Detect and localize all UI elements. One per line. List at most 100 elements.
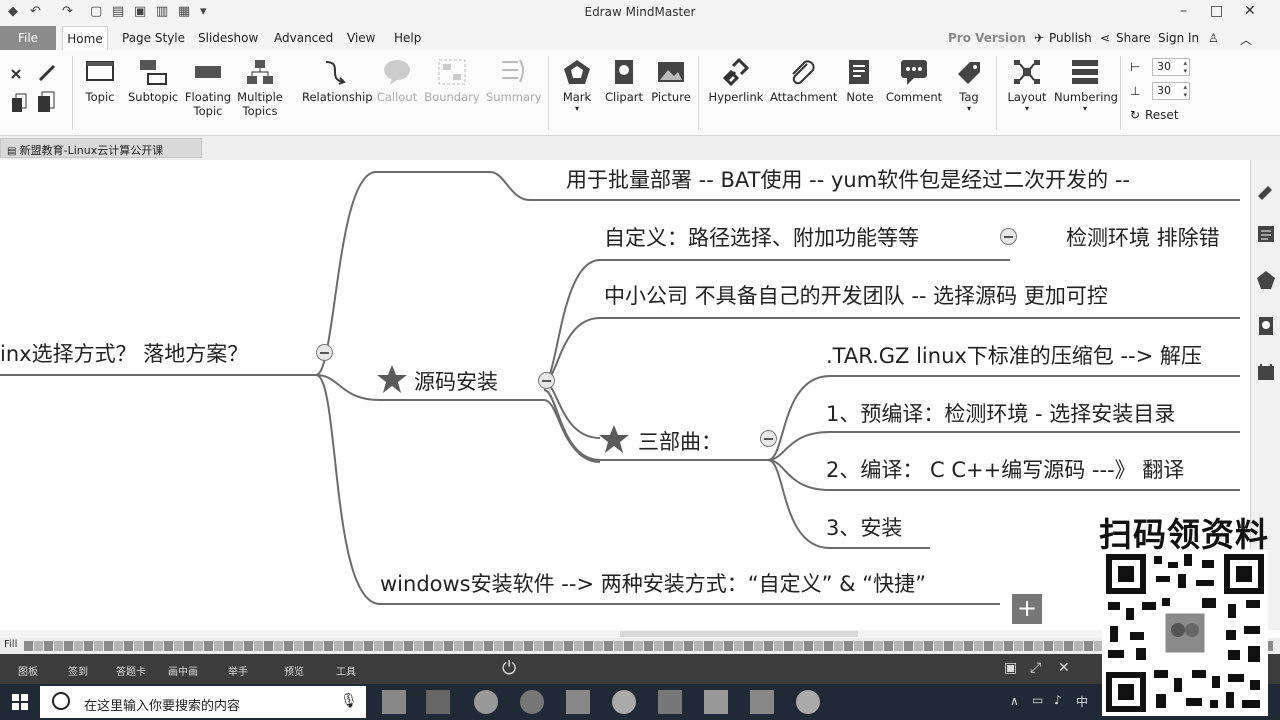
- summary-button[interactable]: Summary: [486, 58, 542, 104]
- step2-topic[interactable]: 2、编译： C C++编写源码 ---》 翻译: [826, 454, 1184, 484]
- mindmap-canvas[interactable]: inx选择方式？ 落地方案？ 用于批量部署 -- BAT使用 -- yum软件包…: [0, 160, 1250, 630]
- publish-button[interactable]: Publish: [1049, 31, 1092, 45]
- batch-deploy-topic[interactable]: 用于批量部署 -- BAT使用 -- yum软件包是经过二次开发的 --: [566, 164, 1130, 194]
- numbering-button[interactable]: Numbering ▾: [1054, 58, 1118, 113]
- comment-button[interactable]: Comment: [884, 58, 944, 104]
- close-icon[interactable]: ✕: [1244, 3, 1256, 19]
- horizontal-scroll-thumb[interactable]: [620, 631, 858, 637]
- custom-topic-collapse-button[interactable]: [1000, 228, 1017, 245]
- mark-panel-icon[interactable]: [1256, 270, 1276, 290]
- maximize-icon[interactable]: □: [1210, 3, 1223, 19]
- taskbar-app-icon[interactable]: [796, 690, 820, 714]
- boundary-button[interactable]: Boundary: [424, 58, 480, 104]
- root-collapse-button[interactable]: [316, 344, 333, 361]
- taskbar-app-icon[interactable]: [612, 690, 636, 714]
- root-topic[interactable]: inx选择方式？ 落地方案？: [0, 338, 248, 368]
- menu-tab-page-style[interactable]: Page Style: [122, 31, 185, 45]
- source-install-collapse-button[interactable]: [538, 372, 555, 389]
- document-tab[interactable]: ▤ 新盟教育-Linux云计算公开课: [0, 138, 202, 158]
- menu-tab-view[interactable]: View: [347, 31, 375, 45]
- clipart-button[interactable]: Clipart: [604, 58, 644, 104]
- bottom-item-preview[interactable]: 预览: [284, 663, 304, 678]
- network-icon[interactable]: ▭: [1032, 693, 1043, 707]
- tray-up-arrow-icon[interactable]: ∧: [1010, 694, 1019, 708]
- bottom-item-tools[interactable]: 工具: [336, 663, 356, 678]
- step1-topic[interactable]: 1、预编译：检测环境 - 选择安装目录: [826, 398, 1175, 428]
- file-explorer-icon[interactable]: [382, 690, 406, 714]
- relationship-button[interactable]: Relationship: [302, 58, 373, 104]
- custom-topic[interactable]: 自定义：路径选择、附加功能等等: [604, 222, 919, 252]
- detect-env-topic[interactable]: 检测环境 排除错: [1066, 222, 1220, 252]
- power-icon[interactable]: ⏻: [502, 658, 516, 679]
- menu-tab-advanced[interactable]: Advanced: [274, 31, 333, 45]
- window-icon[interactable]: ▣: [1004, 660, 1017, 676]
- menu-file[interactable]: File: [0, 26, 56, 50]
- taskbar-app-icon[interactable]: [566, 690, 590, 714]
- taskbar-app-icon[interactable]: [658, 690, 682, 714]
- volume-icon[interactable]: ♪: [1054, 693, 1062, 707]
- clipart-panel-icon[interactable]: [1256, 316, 1276, 336]
- tar-gz-topic[interactable]: .TAR.GZ linux下标准的压缩包 --> 解压: [826, 340, 1202, 370]
- add-topic-icon[interactable]: +: [1012, 594, 1042, 624]
- windows-install-topic[interactable]: windows安装软件 --> 两种安装方式：“自定义” & “快捷”: [380, 568, 926, 598]
- numbering-dropdown-icon[interactable]: ▾: [1054, 104, 1116, 113]
- note-button[interactable]: Note: [842, 58, 878, 104]
- layout-dropdown-icon[interactable]: ▾: [1006, 104, 1048, 113]
- share-icon[interactable]: ⋖: [1100, 31, 1110, 45]
- taskbar-app-icon[interactable]: [704, 690, 728, 714]
- step3-topic[interactable]: 3、安装: [826, 512, 902, 542]
- tag-dropdown-icon[interactable]: ▾: [952, 104, 986, 113]
- topic-button[interactable]: Topic: [82, 58, 118, 104]
- ime-icon[interactable]: 中: [1076, 693, 1088, 710]
- width-spinner[interactable]: 30 ▴ ▾: [1152, 58, 1190, 76]
- reset-icon[interactable]: ↻: [1130, 108, 1140, 122]
- collapse-ribbon-icon[interactable]: ︿: [1240, 31, 1252, 48]
- subtopic-button[interactable]: Subtopic: [128, 58, 178, 104]
- reset-button[interactable]: Reset: [1145, 108, 1179, 122]
- format-icon[interactable]: [1256, 180, 1276, 200]
- small-company-topic[interactable]: 中小公司 不具备自己的开发团队 -- 选择源码 更加可控: [604, 280, 1108, 310]
- multiple-topics-button[interactable]: Multiple Topics: [236, 58, 284, 118]
- outline-icon[interactable]: [1256, 224, 1276, 244]
- hyperlink-button[interactable]: Hyperlink: [708, 58, 764, 104]
- bottom-item-board[interactable]: 图板: [18, 663, 38, 678]
- taskbar-app-icon[interactable]: [750, 690, 774, 714]
- bottom-item-pip[interactable]: 画中画: [168, 663, 198, 678]
- shirt-icon[interactable]: ♙: [1208, 31, 1219, 45]
- taskbar-app-icon[interactable]: [474, 690, 498, 714]
- bottom-item-answer-card[interactable]: 答题卡: [116, 663, 146, 678]
- bottom-close-icon[interactable]: ✕: [1058, 660, 1070, 676]
- pro-version-button[interactable]: Pro Version: [948, 31, 1026, 45]
- taskbar-search-input[interactable]: 在这里输入你要搜索的内容 🎙: [40, 686, 366, 718]
- publish-icon[interactable]: ✈: [1034, 31, 1044, 45]
- source-install-topic[interactable]: 源码安装: [414, 366, 498, 396]
- task-panel-icon[interactable]: [1256, 362, 1276, 382]
- share-button[interactable]: Share: [1116, 31, 1151, 45]
- microphone-icon[interactable]: 🎙: [340, 693, 358, 709]
- floating-topic-button[interactable]: Floating Topic: [184, 58, 232, 118]
- mark-button[interactable]: Mark ▾: [558, 58, 596, 113]
- minimize-icon[interactable]: –: [1180, 3, 1187, 19]
- picture-button[interactable]: Picture: [650, 58, 692, 104]
- menu-tab-slideshow[interactable]: Slideshow: [198, 31, 258, 45]
- color-swatches[interactable]: [24, 641, 1274, 651]
- taskbar-app-icon[interactable]: [520, 690, 544, 714]
- three-steps-collapse-button[interactable]: [760, 430, 777, 447]
- sign-in-button[interactable]: Sign In: [1158, 31, 1199, 45]
- three-steps-topic[interactable]: 三部曲：: [638, 426, 722, 456]
- clipboard-icons[interactable]: [10, 64, 66, 118]
- taskbar-app-icon[interactable]: [426, 690, 450, 714]
- menu-tab-help[interactable]: Help: [394, 31, 421, 45]
- tag-button[interactable]: Tag ▾: [952, 58, 986, 113]
- attachment-button[interactable]: Attachment: [770, 58, 837, 104]
- bottom-item-signin[interactable]: 签到: [68, 663, 88, 678]
- fullscreen-icon[interactable]: ⤢: [1030, 660, 1041, 676]
- mark-dropdown-icon[interactable]: ▾: [558, 104, 596, 113]
- bottom-item-raise-hand[interactable]: 举手: [228, 663, 248, 678]
- windows-start-icon[interactable]: [12, 694, 28, 710]
- horizontal-scrollbar[interactable]: [0, 630, 1250, 638]
- height-spinner[interactable]: 30 ▴ ▾: [1152, 82, 1190, 100]
- menu-tab-home[interactable]: Home: [62, 26, 108, 50]
- callout-button[interactable]: Callout: [376, 58, 418, 104]
- layout-button[interactable]: Layout ▾: [1006, 58, 1048, 113]
